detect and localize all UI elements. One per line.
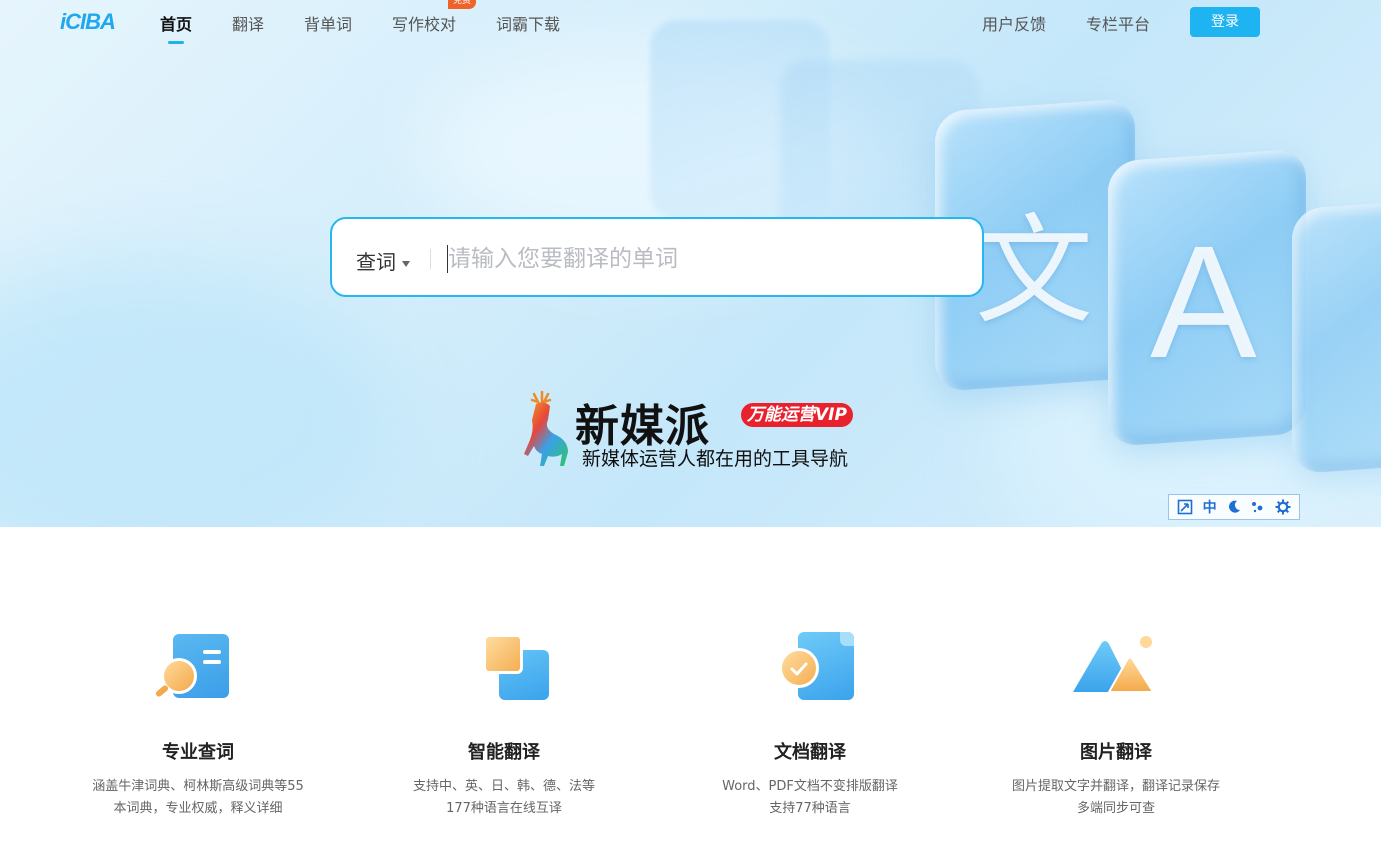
feature-desc-line: 多端同步可查: [1076, 801, 1155, 816]
image-translate-icon: [1071, 630, 1161, 700]
ad-banner[interactable]: 新媒派 万能运营VIP 新媒体运营人都在用的工具导航: [512, 390, 872, 472]
dictionary-lookup-icon: [153, 630, 243, 700]
nav-item-writing-check[interactable]: 写作校对: [392, 11, 456, 35]
screenshot-icon[interactable]: [1175, 497, 1195, 517]
search-mode-dropdown[interactable]: 查词: [356, 246, 410, 275]
logo[interactable]: iCIBA: [60, 9, 116, 35]
deer-logo-icon: [524, 390, 568, 466]
feature-title: 专业查词: [162, 742, 234, 763]
feature-desc: 图片提取文字并翻译，翻译记录保存 多端同步可查: [986, 776, 1246, 820]
login-button[interactable]: 登录: [1190, 7, 1260, 37]
hero-glow: [0, 260, 400, 527]
feature-desc: 涵盖牛津词典、柯林斯高级词典等55 本词典，专业权威，释义详细: [68, 776, 328, 820]
top-nav: iCIBA 首页 翻译 背单词 写作校对 免费 词霸下载 用户反馈 专栏平台 登…: [0, 0, 1381, 46]
search-input[interactable]: [448, 237, 948, 281]
feature-card-translate[interactable]: 智能翻译 支持中、英、日、韩、德、法等 177种语言在线互译: [374, 630, 634, 820]
nav-item-feedback[interactable]: 用户反馈: [982, 11, 1046, 35]
floating-toolbar: 中: [1168, 494, 1300, 520]
feature-card-document[interactable]: 文档翻译 Word、PDF文档不变排版翻译 支持77种语言: [680, 630, 940, 820]
ad-subtitle: 新媒体运营人都在用的工具导航: [582, 448, 849, 470]
smart-translate-icon: [459, 630, 549, 700]
feature-desc-line: Word、PDF文档不变排版翻译: [722, 779, 898, 794]
feature-desc-line: 图片提取文字并翻译，翻译记录保存: [1011, 779, 1220, 794]
search-box: 查词: [330, 217, 984, 297]
free-badge: 免费: [448, 0, 477, 9]
feature-title: 文档翻译: [774, 742, 846, 763]
nav-item-translate[interactable]: 翻译: [232, 11, 264, 35]
nav-active-indicator: [168, 41, 184, 44]
search-mode-label: 查词: [356, 250, 396, 274]
document-translate-icon: [765, 630, 855, 700]
feature-desc-line: 支持中、英、日、韩、德、法等: [412, 779, 595, 794]
dots-icon[interactable]: [1248, 497, 1268, 517]
nav-item-home[interactable]: 首页: [160, 11, 192, 35]
feature-title: 图片翻译: [1080, 742, 1152, 763]
caret-down-icon: [402, 260, 410, 267]
nav-item-download[interactable]: 词霸下载: [496, 11, 560, 35]
feature-desc-line: 本词典，专业权威，释义详细: [113, 801, 283, 816]
nav-item-vocabulary[interactable]: 背单词: [304, 11, 352, 35]
hero-card-partial: [1292, 200, 1381, 475]
hero-glyph-wen: 文: [975, 202, 1094, 340]
search-divider: [430, 249, 431, 269]
feature-title: 智能翻译: [468, 742, 540, 763]
feature-desc-line: 177种语言在线互译: [446, 801, 562, 816]
feature-card-image[interactable]: 图片翻译 图片提取文字并翻译，翻译记录保存 多端同步可查: [986, 630, 1246, 820]
feature-desc-line: 涵盖牛津词典、柯林斯高级词典等55: [92, 779, 304, 794]
feature-desc: Word、PDF文档不变排版翻译 支持77种语言: [680, 776, 940, 820]
feature-desc-line: 支持77种语言: [769, 801, 851, 816]
ad-vip-tag: 万能运营VIP: [741, 403, 853, 427]
hero-glyph-a: A: [1150, 212, 1257, 391]
nav-item-column[interactable]: 专栏平台: [1086, 11, 1150, 35]
feature-desc: 支持中、英、日、韩、德、法等 177种语言在线互译: [374, 776, 634, 820]
moon-icon[interactable]: [1224, 497, 1244, 517]
gear-icon[interactable]: [1273, 497, 1293, 517]
language-toggle[interactable]: 中: [1200, 497, 1220, 517]
feature-card-lookup[interactable]: 专业查词 涵盖牛津词典、柯林斯高级词典等55 本词典，专业权威，释义详细: [68, 630, 328, 820]
